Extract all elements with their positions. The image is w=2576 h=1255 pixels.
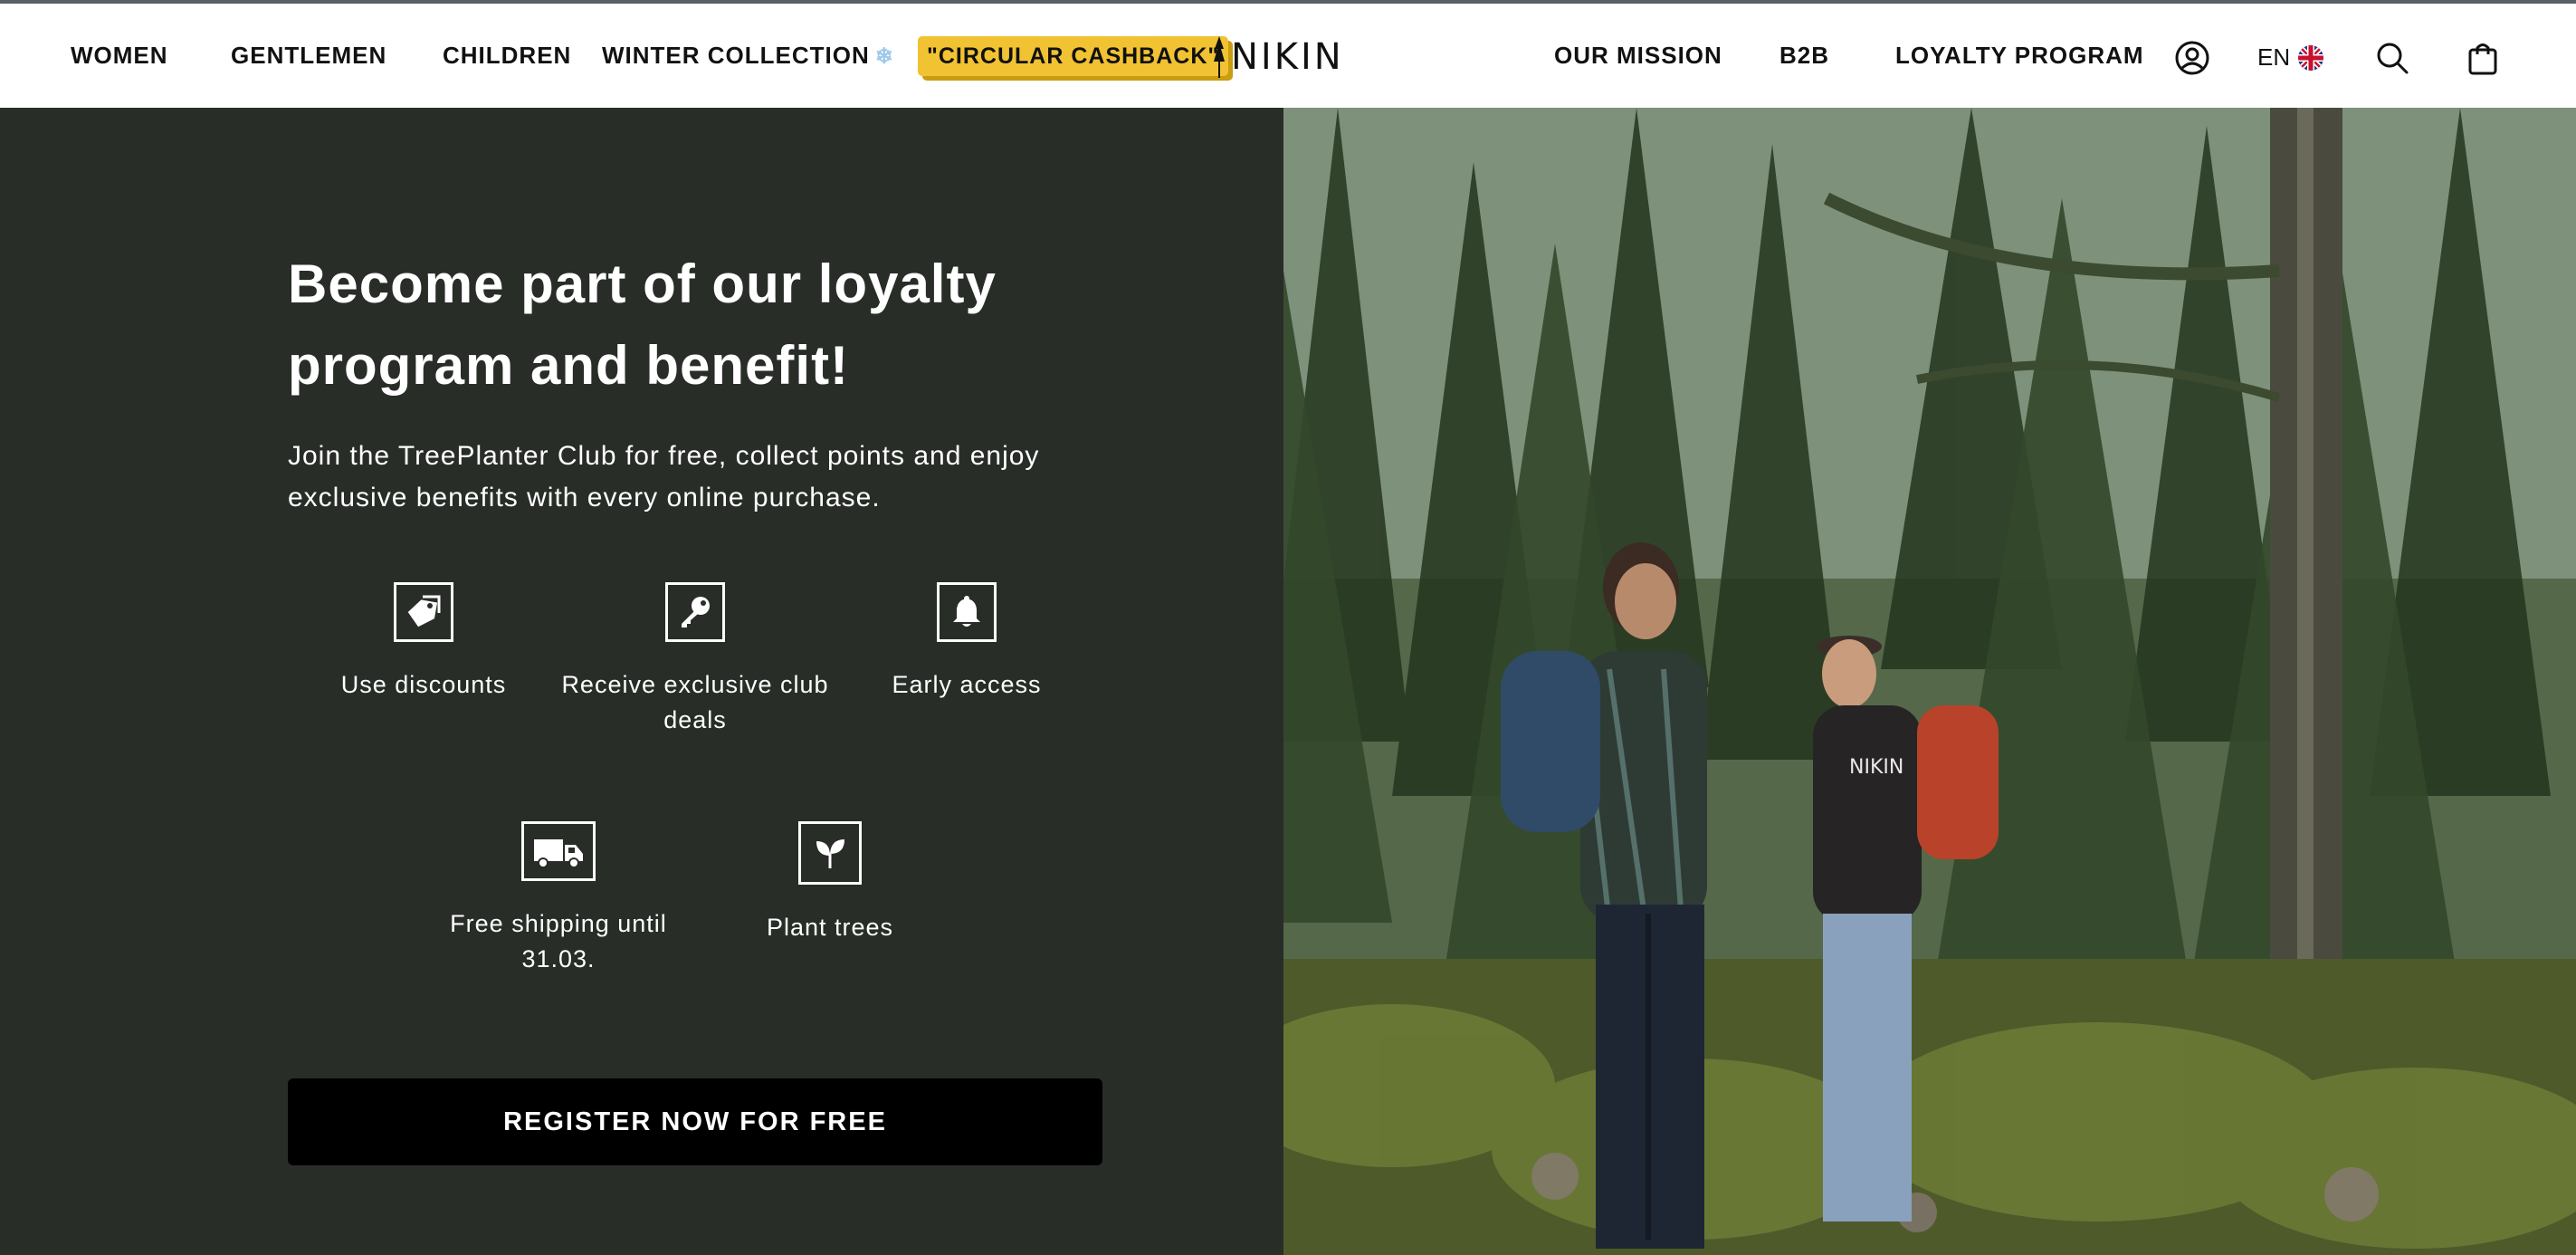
nav-winter-collection-label: WINTER COLLECTION <box>602 42 870 69</box>
snowflake-icon: ❄ <box>874 44 894 69</box>
nav-children[interactable]: CHILDREN <box>443 42 571 70</box>
tree-logo-icon <box>1214 36 1225 78</box>
loyalty-panel: Become part of our loyalty program and b… <box>0 108 1283 1255</box>
hoodie-print: NIKIN <box>1849 756 1903 779</box>
circular-cashback-badge[interactable]: "CIRCULAR CASHBACK" <box>918 36 1229 76</box>
site-header: WOMEN GENTLEMEN CHILDREN WINTER COLLECTI… <box>0 4 2576 108</box>
benefit-free-shipping: Free shipping until 31.03. <box>423 821 694 977</box>
bell-icon <box>937 582 997 642</box>
language-selector[interactable]: EN <box>2257 43 2324 72</box>
account-icon[interactable] <box>2174 40 2210 76</box>
nav-gentlemen[interactable]: GENTLEMEN <box>231 42 386 70</box>
search-icon[interactable] <box>2374 40 2410 76</box>
benefit-club-deals: Receive exclusive club deals <box>559 582 831 738</box>
benefit-label: Plant trees <box>766 914 894 941</box>
benefit-label: Receive exclusive club deals <box>561 671 829 733</box>
page-title: Become part of our loyalty program and b… <box>288 254 997 396</box>
nav-our-mission[interactable]: OUR MISSION <box>1554 42 1722 70</box>
uk-flag-icon <box>2298 44 2324 71</box>
benefit-label: Free shipping until 31.03. <box>450 910 667 972</box>
brand-logo[interactable]: NIKIN <box>1213 34 1344 80</box>
benefit-early-access: Early access <box>831 582 1102 703</box>
nav-loyalty-program[interactable]: LOYALTY PROGRAM <box>1895 42 2144 70</box>
benefit-use-discounts: Use discounts <box>288 582 559 703</box>
nav-b2b[interactable]: B2B <box>1779 42 1829 70</box>
sprout-icon <box>798 821 862 885</box>
key-icon <box>665 582 725 642</box>
forest-illustration: NIKIN <box>1283 108 2576 1255</box>
intro-text: Join the TreePlanter Club for free, coll… <box>288 441 1040 513</box>
benefit-plant-trees: Plant trees <box>694 821 966 945</box>
benefit-label: Use discounts <box>340 671 507 698</box>
register-button[interactable]: REGISTER NOW FOR FREE <box>288 1078 1102 1165</box>
cart-icon[interactable] <box>2465 40 2501 76</box>
hikers-forest-photo: NIKIN <box>1283 108 2576 1255</box>
tag-icon <box>394 582 453 642</box>
nav-winter-collection[interactable]: WINTER COLLECTION ❄ <box>602 42 894 70</box>
truck-icon <box>521 821 596 881</box>
nav-women[interactable]: WOMEN <box>71 42 168 70</box>
benefit-label: Early access <box>892 671 1042 698</box>
brand-name: NIKIN <box>1231 36 1344 78</box>
language-code: EN <box>2257 43 2291 71</box>
